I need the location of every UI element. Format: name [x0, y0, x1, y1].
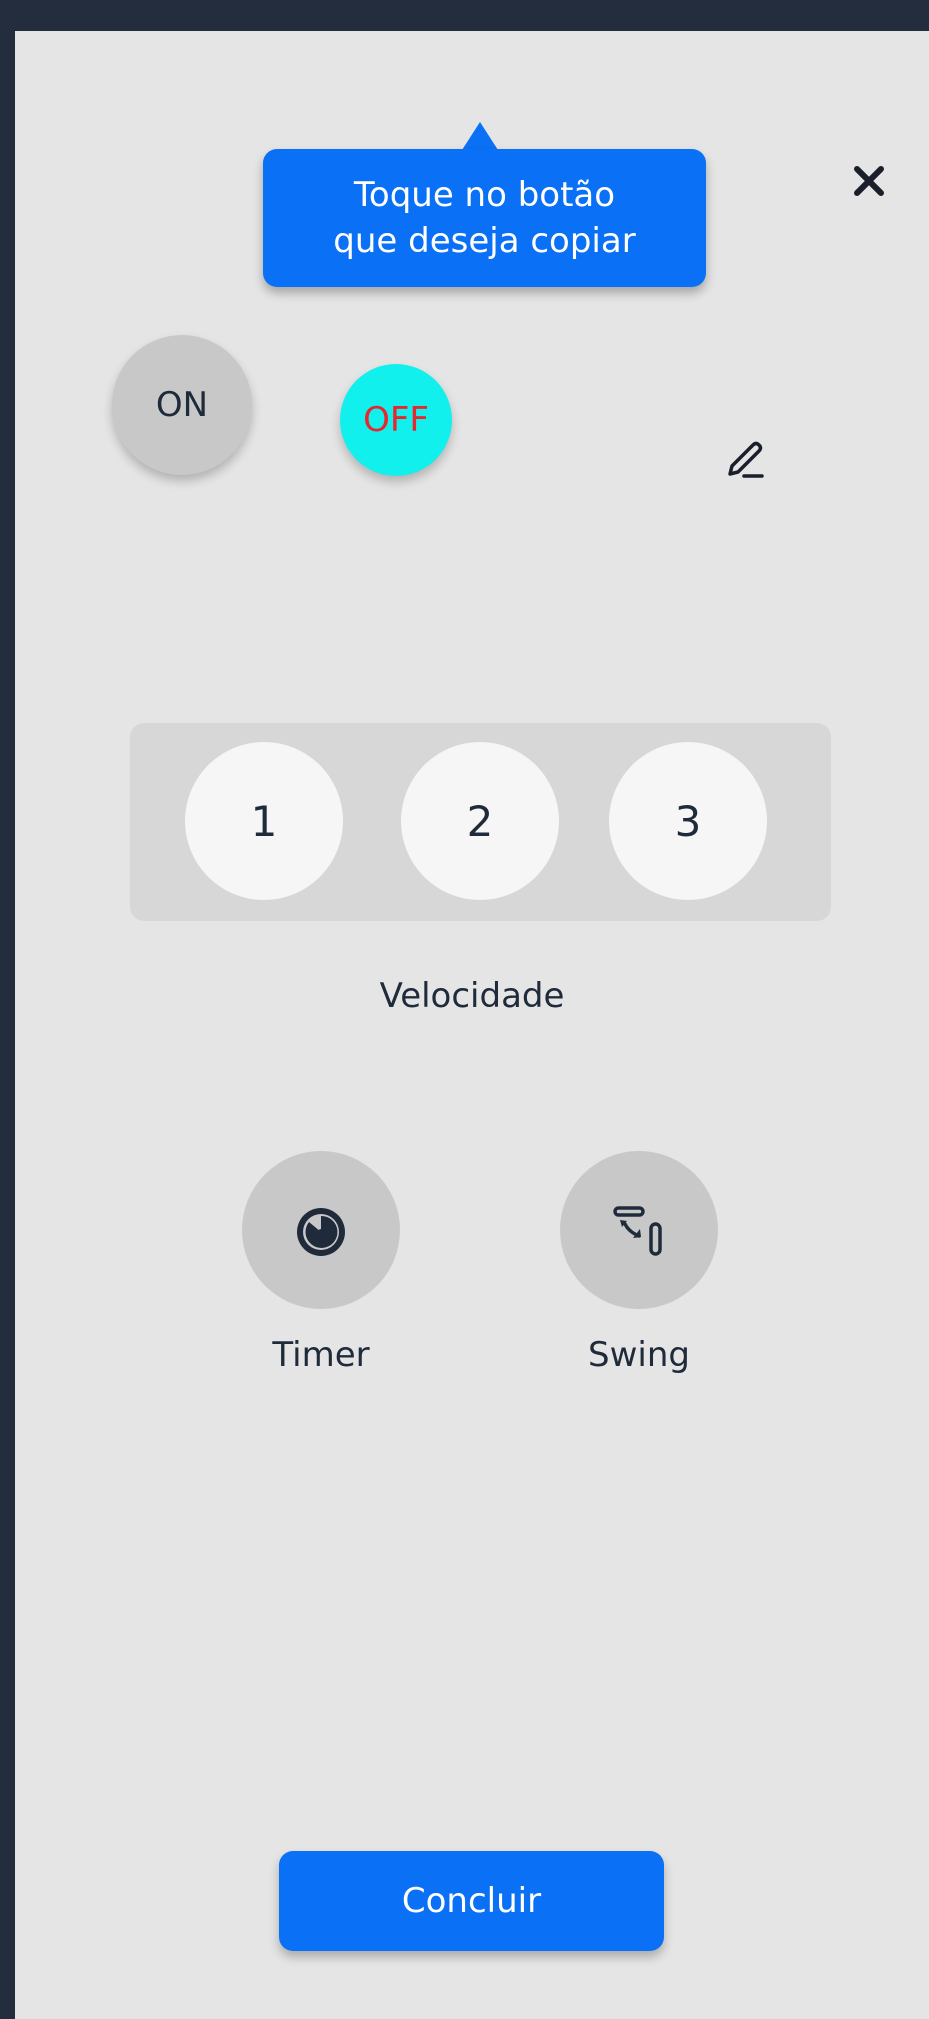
speed-button-label: 3 [674, 796, 702, 846]
swing-button[interactable] [560, 1151, 718, 1309]
speed-button-label: 2 [466, 796, 494, 846]
timer-label: Timer [272, 1335, 370, 1375]
on-button[interactable]: ON [112, 335, 252, 475]
close-button[interactable] [841, 153, 897, 209]
speed-button-1[interactable]: 1 [185, 742, 343, 900]
on-button-label: ON [155, 385, 209, 425]
close-icon [854, 166, 884, 196]
speed-button-2[interactable]: 2 [401, 742, 559, 900]
tooltip-line-2: que deseja copiar [333, 221, 636, 261]
edit-button[interactable] [715, 431, 775, 491]
concluir-button[interactable]: Concluir [279, 1851, 664, 1951]
timer-icon [297, 1208, 345, 1256]
speed-button-label: 1 [250, 796, 278, 846]
remote-screen: Toque no botão que deseja copiar ON OFF … [15, 31, 929, 2019]
off-button-label: OFF [363, 400, 429, 440]
tooltip-arrow [462, 122, 498, 150]
concluir-button-label: Concluir [401, 1881, 542, 1921]
copy-hint-tooltip: Toque no botão que deseja copiar [263, 149, 706, 287]
pencil-icon [728, 441, 764, 478]
speed-button-3[interactable]: 3 [609, 742, 767, 900]
swing-icon [613, 1206, 662, 1256]
off-button[interactable]: OFF [340, 364, 452, 476]
tooltip-line-1: Toque no botão [353, 175, 616, 215]
speed-label: Velocidade [379, 976, 565, 1016]
swing-label: Swing [588, 1335, 690, 1375]
timer-button[interactable] [242, 1151, 400, 1309]
